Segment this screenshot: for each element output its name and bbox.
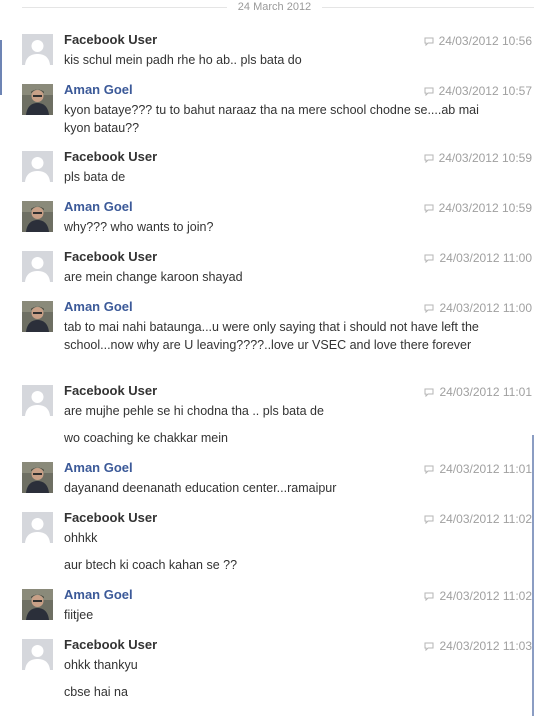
message-text: ohkk thankyu	[64, 658, 138, 672]
message-text: dayanand deenanath education center...ra…	[64, 481, 337, 495]
sender-name: Facebook User	[64, 149, 158, 164]
message-meta: 24/03/2012 10:56	[424, 33, 532, 49]
message-body: fiitjee	[64, 606, 484, 624]
timestamp: 24/03/2012 10:56	[438, 34, 532, 48]
sender-name[interactable]: Aman Goel	[64, 82, 133, 98]
message-body: ohkk thankyu cbse hai na	[64, 656, 484, 701]
message-text: wo coaching ke chakkar mein	[64, 431, 228, 445]
chat-bubble-icon	[424, 465, 434, 474]
sender-name: Facebook User	[64, 637, 158, 652]
chat-bubble-icon	[424, 37, 434, 46]
message-meta: 24/03/2012 11:03	[424, 638, 532, 654]
message-meta: 24/03/2012 11:01	[424, 384, 532, 400]
message-text: tab to mai nahi bataunga...u were only s…	[64, 320, 479, 352]
timestamp: 24/03/2012 10:57	[438, 84, 532, 98]
message-body: are mujhe pehle se hi chodna tha .. pls …	[64, 402, 484, 447]
message-meta: 24/03/2012 11:00	[424, 300, 532, 316]
chat-bubble-icon	[424, 254, 434, 263]
date-label: 24 March 2012	[237, 1, 312, 13]
chat-bubble-icon	[424, 304, 434, 313]
chat-bubble-icon	[424, 592, 434, 601]
sender-name[interactable]: Aman Goel	[64, 299, 133, 315]
message-text: cbse hai na	[64, 685, 128, 699]
chat-bubble-icon	[424, 642, 434, 651]
left-edge	[0, 0, 3, 716]
message-body: tab to mai nahi bataunga...u were only s…	[64, 318, 484, 354]
timestamp: 24/03/2012 11:01	[439, 462, 532, 476]
message-meta: 24/03/2012 11:02	[424, 588, 532, 604]
message-body: pls bata de	[64, 168, 484, 186]
message-body: are mein change karoon shayad	[64, 268, 484, 286]
message-body: ohhkk aur btech ki coach kahan se ??	[64, 529, 484, 574]
chat-bubble-icon	[424, 388, 434, 397]
message-text: kis schul mein padh rhe ho ab.. pls bata…	[64, 53, 302, 67]
silhouette-avatar-icon[interactable]	[22, 512, 53, 543]
profile-photo-avatar[interactable]	[22, 589, 53, 620]
message-meta: 24/03/2012 10:57	[424, 83, 532, 99]
message-meta: 24/03/2012 11:02	[424, 511, 532, 527]
message-text: pls bata de	[64, 170, 126, 184]
message-meta: 24/03/2012 11:00	[424, 250, 532, 266]
timestamp: 24/03/2012 11:02	[439, 512, 532, 526]
silhouette-avatar-icon[interactable]	[22, 34, 53, 65]
date-separator: 24 March 2012	[0, 0, 534, 14]
message-meta: 24/03/2012 10:59	[424, 200, 532, 216]
profile-photo-avatar[interactable]	[22, 462, 53, 493]
sender-name: Facebook User	[64, 249, 158, 264]
chat-bubble-icon	[424, 515, 434, 524]
message-text: why??? who wants to join?	[64, 220, 214, 234]
silhouette-avatar-icon[interactable]	[22, 151, 53, 182]
timestamp: 24/03/2012 11:00	[439, 301, 532, 315]
message-body: kyon bataye??? tu to bahut naraaz tha na…	[64, 101, 484, 137]
message-text: ohhkk	[64, 531, 98, 545]
profile-photo-avatar[interactable]	[22, 301, 53, 332]
message-text: fiitjee	[64, 608, 94, 622]
message-text: kyon bataye??? tu to bahut naraaz tha na…	[64, 103, 479, 135]
message-body: kis schul mein padh rhe ho ab.. pls bata…	[64, 51, 484, 69]
message-body: dayanand deenanath education center...ra…	[64, 479, 484, 497]
timestamp: 24/03/2012 11:03	[439, 639, 532, 653]
profile-photo-avatar[interactable]	[22, 201, 53, 232]
sender-name[interactable]: Aman Goel	[64, 199, 133, 215]
timestamp: 24/03/2012 11:01	[439, 385, 532, 399]
message-text: are mujhe pehle se hi chodna tha .. pls …	[64, 404, 324, 418]
message-body: why??? who wants to join?	[64, 218, 484, 236]
sender-name[interactable]: Aman Goel	[64, 460, 133, 476]
silhouette-avatar-icon[interactable]	[22, 385, 53, 416]
silhouette-avatar-icon[interactable]	[22, 251, 53, 282]
chat-bubble-icon	[424, 204, 434, 213]
message-text: are mein change karoon shayad	[64, 270, 243, 284]
chat-bubble-icon	[424, 87, 434, 96]
sender-name: Facebook User	[64, 510, 158, 525]
sender-name: Facebook User	[64, 32, 158, 47]
timestamp: 24/03/2012 10:59	[438, 201, 532, 215]
message-meta: 24/03/2012 10:59	[424, 150, 532, 166]
message-meta: 24/03/2012 11:01	[424, 461, 532, 477]
timestamp: 24/03/2012 10:59	[438, 151, 532, 165]
timestamp: 24/03/2012 11:02	[439, 589, 532, 603]
scroll-marker	[0, 40, 2, 95]
profile-photo-avatar[interactable]	[22, 84, 53, 115]
sender-name: Facebook User	[64, 383, 158, 398]
chat-bubble-icon	[424, 154, 434, 163]
message-text: aur btech ki coach kahan se ??	[64, 558, 238, 572]
sender-name[interactable]: Aman Goel	[64, 587, 133, 603]
date-rule-right	[322, 7, 534, 8]
silhouette-avatar-icon[interactable]	[22, 639, 53, 670]
date-rule-left	[22, 7, 227, 8]
timestamp: 24/03/2012 11:00	[439, 251, 532, 265]
